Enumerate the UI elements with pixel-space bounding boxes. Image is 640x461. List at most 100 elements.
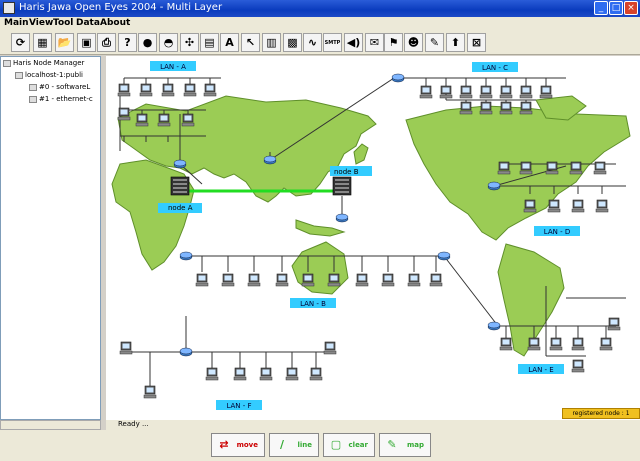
computer-icon[interactable] — [519, 161, 533, 175]
tools-tool-button[interactable]: ✎ — [425, 33, 444, 52]
router-icon[interactable] — [173, 159, 187, 169]
menu-data[interactable]: Data — [76, 18, 100, 28]
computer-icon[interactable] — [439, 85, 453, 99]
tree-interface-0[interactable]: #0 - softwareL — [29, 83, 90, 91]
chat-tool-button[interactable]: ✉ — [365, 33, 384, 52]
computer-icon[interactable] — [527, 337, 541, 351]
computer-icon[interactable] — [499, 337, 513, 351]
grid-tool-button[interactable]: ▦ — [33, 33, 52, 52]
tree-interface-1[interactable]: #1 - ethernet-c — [29, 95, 93, 103]
menu-main[interactable]: Main — [4, 18, 29, 28]
router-icon[interactable] — [487, 181, 501, 191]
computer-icon[interactable] — [221, 273, 235, 287]
user-tool-button[interactable]: ☻ — [404, 33, 423, 52]
computer-icon[interactable] — [459, 101, 473, 115]
computer-icon[interactable] — [161, 83, 175, 97]
computer-icon[interactable] — [539, 85, 553, 99]
computer-icon[interactable] — [519, 85, 533, 99]
computer-icon[interactable] — [519, 101, 533, 115]
pointer-tool-button[interactable]: ↖ — [241, 33, 260, 52]
computer-icon[interactable] — [355, 273, 369, 287]
computer-icon[interactable] — [259, 367, 273, 381]
computer-icon[interactable] — [547, 199, 561, 213]
computer-icon[interactable] — [285, 367, 299, 381]
computer-icon[interactable] — [309, 367, 323, 381]
map-button[interactable]: ✎ map — [379, 433, 431, 457]
computer-icon[interactable] — [569, 161, 583, 175]
save-tool-button[interactable]: ▣ — [77, 33, 96, 52]
computer-icon[interactable] — [571, 359, 585, 373]
upload-tool-button[interactable]: ⬆ — [446, 33, 465, 52]
computer-icon[interactable] — [233, 367, 247, 381]
router-icon[interactable] — [487, 321, 501, 331]
computer-icon[interactable] — [275, 273, 289, 287]
router-icon[interactable] — [437, 251, 451, 261]
help-tool-button[interactable]: ? — [118, 33, 137, 52]
computer-icon[interactable] — [323, 341, 337, 355]
smtp-tool-button[interactable]: SMTP — [323, 33, 342, 52]
computer-icon[interactable] — [327, 273, 341, 287]
computer-icon[interactable] — [571, 199, 585, 213]
computer-icon[interactable] — [479, 85, 493, 99]
tree-host[interactable]: localhost-1:publi — [15, 71, 83, 79]
computer-icon[interactable] — [117, 83, 131, 97]
computer-icon[interactable] — [499, 101, 513, 115]
computer-icon[interactable] — [549, 337, 563, 351]
server-icon[interactable] — [170, 176, 190, 196]
network-map[interactable]: node A node B LAN - A LAN - B LAN - C LAN - D… — [106, 56, 640, 420]
computer-icon[interactable] — [119, 341, 133, 355]
computer-icon[interactable] — [599, 337, 613, 351]
computer-icon[interactable] — [429, 273, 443, 287]
computer-icon[interactable] — [143, 385, 157, 399]
computer-icon[interactable] — [183, 83, 197, 97]
router-tool-button[interactable]: ◓ — [159, 33, 178, 52]
move-button[interactable]: ⇄ move — [211, 433, 265, 457]
node-circle-tool-button[interactable]: ● — [138, 33, 157, 52]
computer-icon[interactable] — [459, 85, 473, 99]
computer-icon[interactable] — [593, 161, 607, 175]
router-icon[interactable] — [179, 251, 193, 261]
print-tool-button[interactable]: ⎙ — [97, 33, 116, 52]
router-icon[interactable] — [179, 347, 193, 357]
computer-icon[interactable] — [247, 273, 261, 287]
close-box-tool-button[interactable]: ⊠ — [467, 33, 486, 52]
computer-icon[interactable] — [181, 113, 195, 127]
line-button[interactable]: ∕ line — [269, 433, 319, 457]
computer-icon[interactable] — [479, 101, 493, 115]
tree-root[interactable]: Haris Node Manager — [3, 59, 84, 67]
minimize-button[interactable]: _ — [594, 1, 608, 15]
title-bar[interactable]: Haris Jawa Open Eyes 2004 - Multi Layer … — [0, 0, 640, 17]
computer-icon[interactable] — [545, 161, 559, 175]
network-tool-button[interactable]: ✣ — [180, 33, 199, 52]
menu-view[interactable]: View — [29, 18, 53, 28]
flag-tool-button[interactable]: ⚑ — [384, 33, 403, 52]
switch-tool-button[interactable]: ▤ — [200, 33, 219, 52]
computer-icon[interactable] — [571, 337, 585, 351]
refresh-tool-button[interactable]: ⟳ — [11, 33, 30, 52]
computer-icon[interactable] — [117, 107, 131, 121]
computer-icon[interactable] — [205, 367, 219, 381]
calendar-tool-button[interactable]: ▥ — [262, 33, 281, 52]
computer-icon[interactable] — [139, 83, 153, 97]
computer-icon[interactable] — [203, 83, 217, 97]
computer-icon[interactable] — [407, 273, 421, 287]
host-tool-button[interactable]: ▩ — [283, 33, 302, 52]
clear-button[interactable]: ▢ clear — [323, 433, 375, 457]
computer-icon[interactable] — [135, 113, 149, 127]
computer-icon[interactable] — [195, 273, 209, 287]
computer-icon[interactable] — [499, 85, 513, 99]
computer-icon[interactable] — [301, 273, 315, 287]
maximize-button[interactable]: □ — [609, 1, 623, 15]
computer-icon[interactable] — [419, 85, 433, 99]
horizontal-scrollbar[interactable] — [0, 420, 101, 430]
computer-icon[interactable] — [523, 199, 537, 213]
router-icon[interactable] — [263, 155, 277, 165]
computer-icon[interactable] — [607, 317, 621, 331]
router-icon[interactable] — [391, 73, 405, 83]
text-tool-button[interactable]: A — [220, 33, 239, 52]
open-folder-tool-button[interactable]: 📂 — [55, 33, 74, 52]
router-icon[interactable] — [335, 213, 349, 223]
link-tool-button[interactable]: ∿ — [303, 33, 322, 52]
sound-tool-button[interactable]: ◀) — [344, 33, 363, 52]
computer-icon[interactable] — [497, 161, 511, 175]
